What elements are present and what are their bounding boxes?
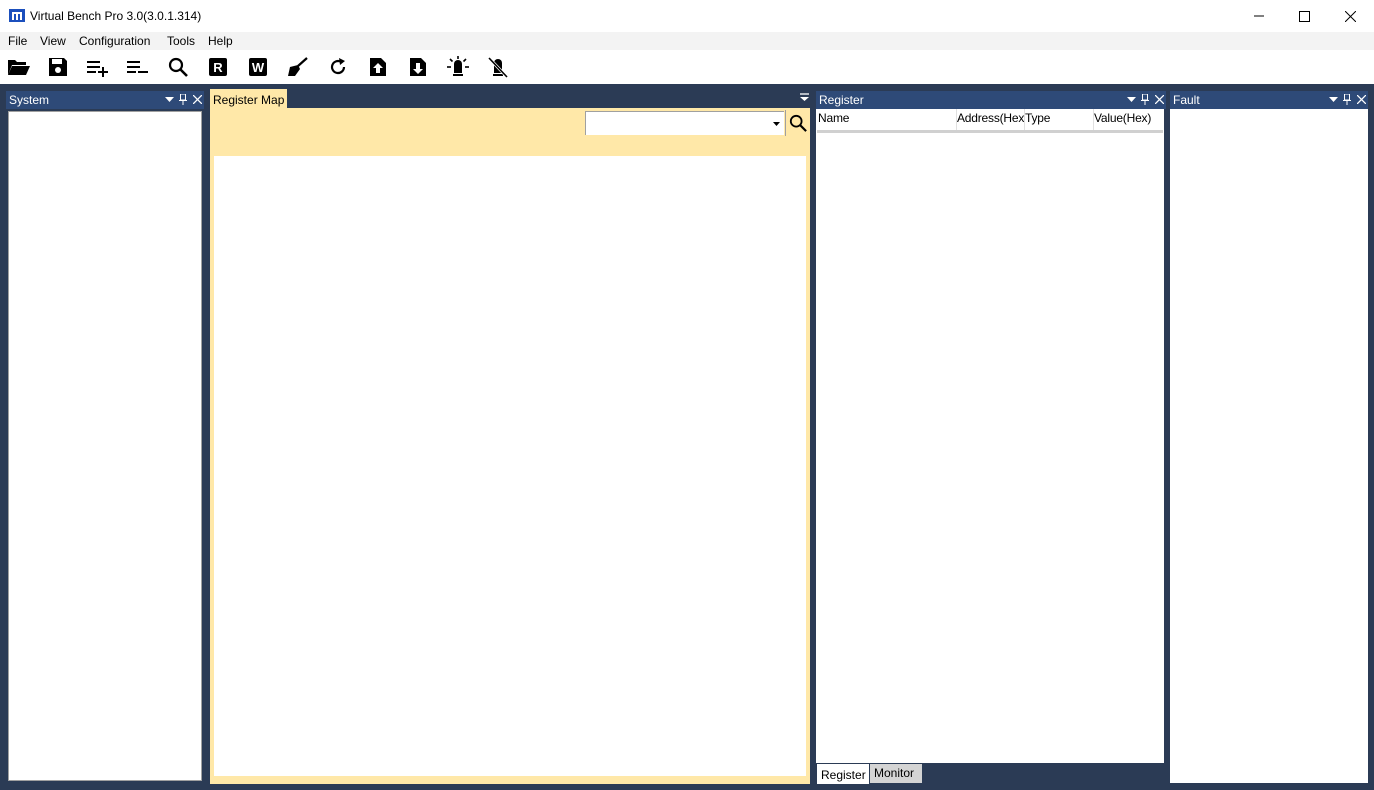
close-icon xyxy=(1344,10,1356,22)
menu-configuration[interactable]: Configuration xyxy=(79,34,150,48)
led-off-button[interactable] xyxy=(486,56,510,78)
register-map-canvas xyxy=(214,156,806,776)
system-panel: System xyxy=(6,91,204,783)
menu-view[interactable]: View xyxy=(40,34,66,48)
tab-monitor[interactable]: Monitor xyxy=(870,764,922,783)
maximize-icon xyxy=(1298,10,1310,22)
system-panel-title: System xyxy=(9,93,50,107)
menu-tools[interactable]: Tools xyxy=(167,34,195,48)
save-icon xyxy=(49,58,67,76)
pin-icon[interactable] xyxy=(1342,94,1352,105)
download-icon xyxy=(410,58,426,76)
refresh-button[interactable] xyxy=(326,56,350,78)
read-button[interactable]: R xyxy=(206,56,230,78)
fault-panel-header: Fault xyxy=(1170,91,1368,109)
close-window-button[interactable] xyxy=(1327,0,1373,32)
column-value[interactable]: Value(Hex) xyxy=(1093,109,1163,130)
fault-panel-title: Fault xyxy=(1173,93,1200,107)
column-address[interactable]: Address(Hex) xyxy=(956,109,1024,130)
read-icon: R xyxy=(209,58,227,76)
refresh-icon xyxy=(330,58,346,75)
open-button[interactable] xyxy=(7,56,31,78)
tab-register[interactable]: Register xyxy=(817,764,869,784)
tab-register-map[interactable]: Register Map xyxy=(210,89,287,109)
register-search-button[interactable] xyxy=(785,110,809,136)
toolbar: R W xyxy=(0,50,1374,84)
register-table-header: Name Address(Hex) Type Value(Hex) xyxy=(817,109,1163,133)
add-list-button[interactable] xyxy=(86,56,110,78)
menu-bar: File View Configuration Tools Help xyxy=(0,32,1374,50)
window-title: Virtual Bench Pro 3.0(3.0.1.314) xyxy=(30,9,202,23)
menu-help[interactable]: Help xyxy=(208,34,233,48)
save-button[interactable] xyxy=(46,56,70,78)
register-search-input[interactable] xyxy=(585,111,784,135)
dropdown-icon[interactable] xyxy=(1126,94,1136,105)
title-bar: Virtual Bench Pro 3.0(3.0.1.314) xyxy=(0,0,1374,32)
add-list-icon xyxy=(87,61,108,77)
clear-brush-icon xyxy=(288,57,308,76)
dropdown-icon[interactable] xyxy=(164,94,174,105)
search-button[interactable] xyxy=(166,56,190,78)
system-panel-header: System xyxy=(6,91,204,109)
write-button[interactable]: W xyxy=(246,56,270,78)
tab-list-icon[interactable] xyxy=(800,93,809,101)
app-logo-icon xyxy=(9,9,25,22)
register-panel-title: Register xyxy=(819,93,864,107)
pin-icon[interactable] xyxy=(178,94,188,105)
search-icon xyxy=(168,57,188,77)
column-type[interactable]: Type xyxy=(1024,109,1093,130)
svg-text:W: W xyxy=(252,60,265,75)
register-panel: Register Name Address(Hex) Type Value(He… xyxy=(816,91,1166,763)
chevron-down-icon xyxy=(773,122,780,126)
clear-button[interactable] xyxy=(286,56,310,78)
system-panel-body xyxy=(8,111,202,781)
pin-icon[interactable] xyxy=(1140,94,1150,105)
download-button[interactable] xyxy=(406,56,430,78)
close-icon[interactable] xyxy=(1154,94,1164,105)
column-name[interactable]: Name xyxy=(818,109,956,130)
led-on-button[interactable] xyxy=(446,56,470,78)
fault-panel-body xyxy=(1170,109,1368,783)
register-panel-body: Name Address(Hex) Type Value(Hex) xyxy=(816,109,1164,763)
upload-icon xyxy=(370,58,386,76)
remove-list-button[interactable] xyxy=(126,56,150,78)
upload-button[interactable] xyxy=(366,56,390,78)
menu-file[interactable]: File xyxy=(8,34,27,48)
maximize-button[interactable] xyxy=(1281,0,1327,32)
write-icon: W xyxy=(249,58,267,76)
search-icon xyxy=(789,114,807,132)
close-icon[interactable] xyxy=(1356,94,1366,105)
fault-panel: Fault xyxy=(1170,91,1368,783)
register-map-content xyxy=(210,108,810,784)
remove-list-icon xyxy=(127,61,148,73)
dropdown-icon[interactable] xyxy=(1328,94,1338,105)
close-icon[interactable] xyxy=(192,94,202,105)
register-panel-header: Register xyxy=(816,91,1166,109)
led-on-icon xyxy=(447,56,469,76)
open-folder-icon xyxy=(8,60,30,75)
register-map-panel: Register Map xyxy=(209,88,811,784)
minimize-button[interactable] xyxy=(1236,0,1282,32)
svg-text:R: R xyxy=(213,60,223,75)
minimize-icon xyxy=(1254,15,1264,17)
led-off-icon xyxy=(487,56,509,78)
